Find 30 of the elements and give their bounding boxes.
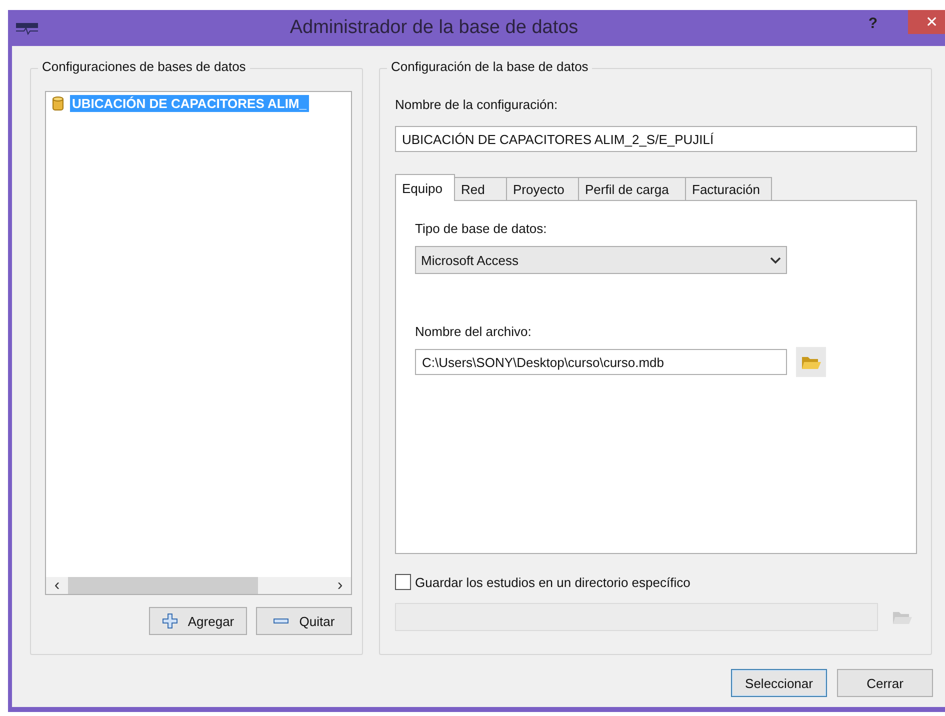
- field-label: Nombre del archivo:: [415, 324, 532, 339]
- window-title: Administrador de la base de datos: [288, 17, 580, 39]
- checkbox-label: Guardar los estudios en un directorio específico: [415, 574, 690, 590]
- chevron-down-icon: [770, 256, 781, 264]
- group-legend: Configuración de la base de datos: [387, 59, 592, 74]
- file-path-field[interactable]: C:\Users\SONY\Desktop\curso\curso.mdb: [415, 349, 787, 375]
- horizontal-scrollbar[interactable]: ‹ ›: [46, 577, 351, 594]
- checkbox[interactable]: [395, 574, 411, 590]
- add-button[interactable]: Agregar: [149, 607, 247, 635]
- tab[interactable]: Equipo: [395, 174, 455, 201]
- plus-icon: [162, 613, 178, 629]
- group-legend: Configuraciones de bases de datos: [38, 59, 250, 74]
- close-button[interactable]: ✕: [908, 10, 945, 34]
- folder-icon: [801, 354, 821, 370]
- tab[interactable]: Perfil de carga: [578, 177, 686, 201]
- minus-icon: [273, 618, 290, 624]
- browse-button[interactable]: [796, 347, 826, 377]
- app-logo-icon: [16, 21, 38, 35]
- close-dialog-button[interactable]: Cerrar: [837, 669, 933, 697]
- configuration-name-field[interactable]: UBICACIÓN DE CAPACITORES ALIM_2_S/E_PUJILÍ: [395, 126, 917, 152]
- folder-icon: [892, 610, 912, 624]
- tab[interactable]: Facturación: [685, 177, 772, 201]
- tab[interactable]: Red: [454, 177, 507, 201]
- tab[interactable]: Proyecto: [506, 177, 579, 201]
- remove-button[interactable]: Quitar: [256, 607, 352, 635]
- field-label: Tipo de base de datos:: [415, 221, 548, 236]
- database-icon: [52, 96, 64, 111]
- field-label: Nombre de la configuración:: [395, 97, 559, 112]
- select-button[interactable]: Seleccionar: [731, 669, 827, 697]
- database-type-dropdown[interactable]: Microsoft Access: [415, 246, 787, 274]
